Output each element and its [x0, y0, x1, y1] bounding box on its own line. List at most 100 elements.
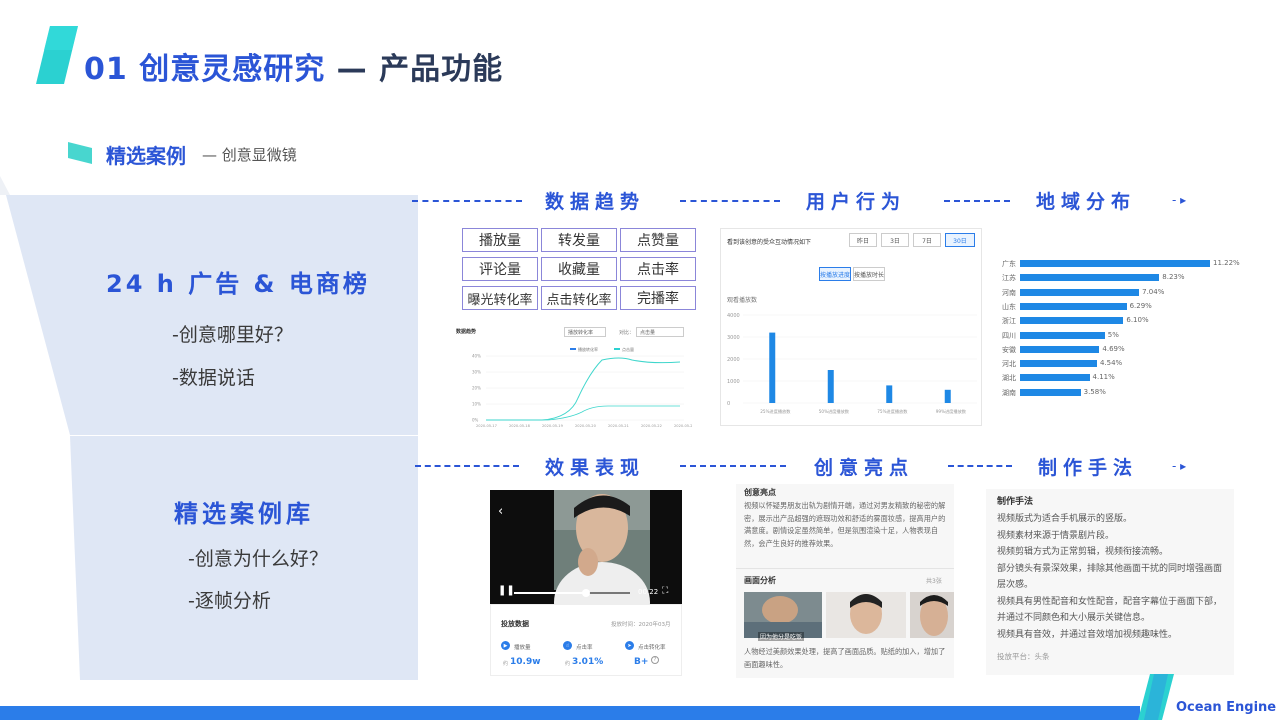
- x-tick: 2020-05-21: [608, 424, 629, 428]
- highlight-card: 创意亮点 视频以怀疑男朋友出轨为剧情开端，通过对男友精致的秘密的解密，展示出产品…: [736, 484, 954, 678]
- frame-analysis-text: 人物经过美颜效果处理，提高了画面品质。贴纸的加入，增加了画面趣味性。: [744, 647, 946, 669]
- technique-title: 制作手法: [997, 497, 1034, 507]
- x-tick: 2020-05-17: [476, 424, 497, 428]
- region-bar: [1020, 302, 1127, 310]
- section-head-user-behavior: 用户行为: [806, 191, 907, 213]
- range-button[interactable]: 7日: [913, 233, 941, 247]
- region-bar: [1020, 317, 1124, 325]
- stat-prefix: 约: [503, 661, 509, 667]
- trend-compare-label: 对比：: [619, 330, 635, 336]
- region-bar: [1020, 388, 1081, 396]
- technique-line: 视频具有音效，并通过音效增加视频趣味性。: [997, 629, 1178, 640]
- x-category: 50%进度播放数: [819, 408, 850, 415]
- video-progress-fill: [514, 592, 585, 594]
- frame-count: 共3张: [926, 578, 942, 585]
- legend-label: 播放转化率: [578, 346, 598, 352]
- highlight-text: 视频以怀疑男朋友出轨为剧情开端，通过对男友精致的秘密的解密，展示出产品超强的遮瑕…: [744, 501, 946, 548]
- dashed-connector: [415, 465, 519, 467]
- legend-swatch: [614, 348, 620, 350]
- panel-divider: [0, 435, 418, 436]
- metric-option[interactable]: 播放量: [462, 228, 538, 252]
- trend-compare-select[interactable]: 点击量: [636, 327, 684, 337]
- dashed-connector: [944, 200, 1010, 202]
- behavior-ylabel: 观看播放数: [727, 297, 758, 304]
- metric-option[interactable]: 点赞量: [620, 228, 696, 252]
- region-label: 湖南: [1002, 388, 1016, 397]
- video-player[interactable]: ‹ ❚❚ 00:22 ⛶: [490, 490, 682, 604]
- metric-option[interactable]: 转发量: [541, 228, 617, 252]
- video-progress-handle[interactable]: [582, 589, 590, 597]
- title-main: 01 创意灵感研究: [84, 52, 326, 87]
- video-progress-track[interactable]: [514, 592, 630, 594]
- x-tick: 2020-05-19: [542, 424, 564, 428]
- dashed-connector: [412, 200, 522, 202]
- dashed-connector: [680, 465, 786, 467]
- region-bar-chart: 广东 11.22% 江苏 8.23% 河南 7.04% 山东 6.29% 浙江 6.10% 四川 5%…: [996, 259, 1240, 404]
- metric-option[interactable]: 评论量: [462, 257, 538, 281]
- region-value: 4.54%: [1099, 359, 1123, 368]
- behavior-toggle[interactable]: 按播放进度: [819, 267, 851, 281]
- x-category: 99%进度播放数: [936, 408, 967, 415]
- fullscreen-icon[interactable]: ⛶: [662, 586, 668, 596]
- metric-option[interactable]: 点击转化率: [541, 286, 617, 310]
- range-button[interactable]: 昨日: [849, 233, 877, 247]
- back-chevron-icon[interactable]: ‹: [498, 504, 503, 519]
- region-value: 4.69%: [1102, 344, 1125, 353]
- page-title: 01 创意灵感研究 — 产品功能: [84, 44, 503, 88]
- send-icon: ➤: [625, 641, 634, 650]
- region-value: 8.23%: [1162, 273, 1185, 282]
- frame-analysis-title: 画面分析: [744, 576, 776, 585]
- help-icon[interactable]: ?: [651, 656, 659, 664]
- panel-ranking[interactable]: [0, 195, 418, 435]
- region-label: 浙江: [1002, 317, 1016, 326]
- technique-line: 部分镜头有景深效果，排除其他画面干扰的同时增强画面层次感。: [997, 563, 1223, 591]
- metric-option[interactable]: 收藏量: [541, 257, 617, 281]
- panel-item: -创意哪里好？: [172, 324, 293, 346]
- dashed-connector: [680, 200, 780, 202]
- panel-item: -数据说话: [172, 367, 255, 389]
- section-flag-icon: [68, 142, 92, 164]
- y-tick: 40%: [472, 354, 481, 359]
- region-label: 安徽: [1002, 345, 1016, 354]
- region-bar: [1020, 345, 1100, 353]
- footer-logo-icon: [1138, 674, 1174, 720]
- panel-title-library: 精选案例库: [174, 500, 314, 528]
- trend-metric-select[interactable]: 播放转化率: [564, 327, 606, 337]
- section-head-effect: 效果表现: [545, 457, 646, 479]
- section-head-data-trend: 数据趋势: [545, 191, 646, 213]
- technique-platform: 投放平台：头条: [997, 652, 1050, 661]
- technique-list: 视频版式为适合手机展示的竖版。 视频素材来源于情景剧片段。 视频剪辑方式为正常剪辑，…: [997, 511, 1227, 643]
- section-subtitle: — 创意显微镜: [202, 146, 297, 164]
- region-bar: [1020, 260, 1210, 267]
- x-category: 75%进度播放数: [877, 408, 908, 415]
- x-tick: 2020-05-22: [641, 424, 662, 428]
- stat-label: 播放量: [514, 645, 531, 651]
- behavior-toggle[interactable]: 按播放时长: [853, 267, 885, 281]
- video-stats-title: 投放数据: [501, 620, 529, 628]
- section-head-highlight: 创意亮点: [814, 457, 915, 479]
- trend-chart-title: 数据趋势: [456, 329, 477, 335]
- section-head-region: 地域分布: [1036, 191, 1137, 213]
- x-tick: 2020-05-23: [674, 424, 692, 428]
- region-value: 6.10%: [1126, 316, 1149, 325]
- stat-label: 点击率: [576, 645, 593, 651]
- range-button[interactable]: 30日: [945, 233, 975, 247]
- region-value: 6.29%: [1129, 301, 1152, 310]
- y-tick: 4000: [727, 313, 740, 319]
- bar: [769, 332, 776, 403]
- region-label: 河南: [1002, 288, 1016, 297]
- metric-option[interactable]: 完播率: [620, 286, 696, 310]
- region-label: 湖北: [1002, 374, 1016, 383]
- footer-bar: [0, 706, 1140, 720]
- video-time: 00:22: [638, 588, 659, 596]
- region-bar: [1020, 374, 1090, 382]
- stat-label: 点击转化率: [638, 645, 666, 651]
- section-title: 精选案例: [106, 144, 186, 168]
- region-value: 3.58%: [1083, 387, 1106, 396]
- range-button[interactable]: 3日: [881, 233, 909, 247]
- y-tick: 3000: [727, 335, 740, 341]
- metric-option[interactable]: 点击率: [620, 257, 696, 281]
- pause-icon[interactable]: ❚❚: [498, 585, 515, 596]
- legend-label: 点击量: [622, 346, 634, 352]
- metric-option[interactable]: 曝光转化率: [462, 286, 538, 310]
